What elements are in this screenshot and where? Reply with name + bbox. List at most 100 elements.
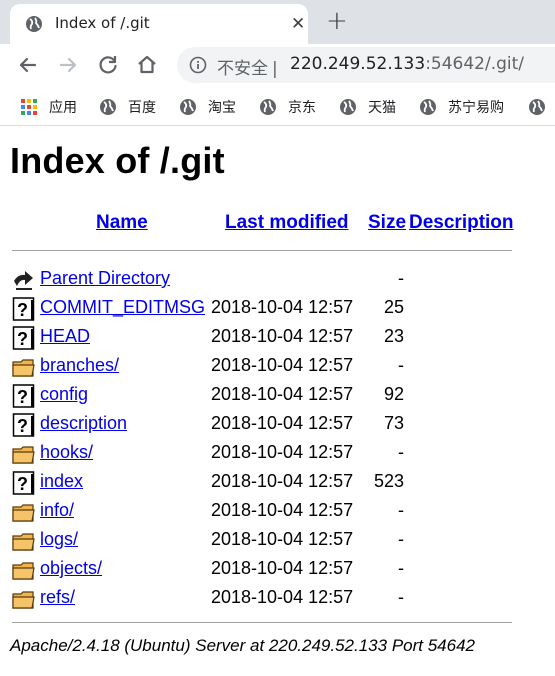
unknown-file-icon: ?: [12, 384, 35, 408]
svg-text:?: ?: [17, 329, 28, 349]
sort-by-last-modified-link[interactable]: Last modified: [225, 212, 349, 234]
tab-strip: Index of /.git ✕ +: [0, 0, 555, 44]
bookmark-baidu[interactable]: 百度: [99, 97, 156, 117]
url-port: :54642: [425, 54, 485, 74]
table-row: ? index 2018-10-04 12:57 523: [0, 471, 555, 500]
size-cell: -: [398, 558, 404, 578]
sort-by-name-link[interactable]: Name: [96, 212, 148, 234]
table-row: ? COMMIT_EDITMSG 2018-10-04 12:57 25: [0, 297, 555, 326]
bookmark-label: 苏宁易购: [448, 100, 504, 116]
last-modified-cell: 2018-10-04 12:57: [211, 558, 354, 578]
last-modified-cell: 2018-10-04 12:57: [211, 413, 354, 433]
folder-icon: [12, 562, 35, 580]
bookmark-label: 应用: [49, 100, 77, 116]
table-row: objects/2018-10-04 12:57 -: [0, 558, 555, 587]
file-link[interactable]: branches/: [40, 355, 119, 376]
globe-icon: [100, 99, 116, 115]
table-row: branches/2018-10-04 12:57 -: [0, 355, 555, 384]
last-modified-cell: 2018-10-04 12:57: [211, 384, 354, 404]
table-row: Parent Directory -: [0, 268, 555, 297]
header-divider: [12, 250, 512, 251]
last-modified-cell: 2018-10-04 12:57: [211, 442, 354, 462]
table-row: logs/2018-10-04 12:57 -: [0, 529, 555, 558]
unknown-file-icon: ?: [12, 471, 35, 495]
table-row: ? description 2018-10-04 12:57 73: [0, 413, 555, 442]
bookmark-jd[interactable]: 京东: [259, 97, 316, 117]
file-link[interactable]: description: [40, 413, 127, 434]
address-bar[interactable]: 不安全 | 220.249.52.133:54642/.git/: [177, 47, 555, 83]
sort-by-description-link[interactable]: Description: [409, 212, 514, 234]
folder-icon: [12, 359, 35, 377]
unknown-file-icon: ?: [12, 297, 35, 321]
apps-grid-icon: [21, 99, 37, 115]
bookmark-suning[interactable]: 苏宁易购: [419, 97, 504, 117]
last-modified-cell: 2018-10-04 12:57: [211, 587, 354, 607]
bookmark-tmall[interactable]: 天猫: [339, 97, 396, 117]
url-text[interactable]: 220.249.52.133:54642/.git/: [290, 54, 524, 74]
bookmark-taobao[interactable]: 淘宝: [179, 97, 236, 117]
omnibox-separator: |: [272, 59, 278, 79]
directory-listing-page: Index of /.git Name Last modified Size D…: [0, 126, 555, 676]
file-link[interactable]: objects/: [40, 558, 102, 579]
last-modified-cell: 2018-10-04 12:57: [211, 326, 354, 346]
globe-icon: [420, 99, 436, 115]
size-cell: -: [398, 500, 404, 520]
server-signature: Apache/2.4.18 (Ubuntu) Server at 220.249…: [10, 636, 475, 655]
close-tab-icon[interactable]: ✕: [291, 14, 305, 34]
reload-icon[interactable]: [95, 52, 121, 78]
file-link[interactable]: hooks/: [40, 442, 93, 463]
unknown-file-icon: ?: [12, 326, 35, 350]
globe-icon: [180, 99, 196, 115]
svg-text:?: ?: [17, 300, 28, 320]
bookmark-overflow[interactable]: [528, 97, 555, 117]
file-link[interactable]: refs/: [40, 587, 75, 608]
unknown-file-icon: ?: [12, 413, 35, 437]
tab-title: Index of /.git: [55, 14, 150, 32]
back-arrow-icon[interactable]: [15, 52, 41, 78]
bookmark-label: 淘宝: [208, 100, 236, 116]
forward-arrow-icon[interactable]: [55, 52, 81, 78]
size-cell: -: [398, 355, 404, 375]
size-cell: -: [398, 268, 404, 288]
size-cell: 523: [373, 471, 404, 491]
browser-toolbar: 不安全 | 220.249.52.133:54642/.git/: [0, 44, 555, 86]
file-link[interactable]: COMMIT_EDITMSG: [40, 297, 205, 318]
globe-icon: [26, 16, 42, 32]
file-link[interactable]: config: [40, 384, 88, 405]
globe-icon: [260, 99, 276, 115]
page-title: Index of /.git: [10, 140, 225, 181]
size-cell: -: [398, 442, 404, 462]
folder-icon: [12, 504, 35, 522]
table-row: refs/2018-10-04 12:57 -: [0, 587, 555, 616]
back-arrow-icon: [14, 271, 33, 290]
home-icon[interactable]: [134, 52, 160, 78]
file-link[interactable]: index: [40, 471, 83, 492]
security-label: 不安全 |: [217, 59, 278, 79]
folder-icon: [12, 591, 35, 609]
new-tab-button[interactable]: +: [326, 7, 348, 35]
folder-icon: [12, 533, 35, 551]
file-link[interactable]: info/: [40, 500, 74, 521]
file-link[interactable]: logs/: [40, 529, 78, 550]
footer-divider: [12, 622, 512, 623]
bookmark-label: 京东: [288, 100, 316, 116]
table-row: ? config 2018-10-04 12:57 92: [0, 384, 555, 413]
file-link[interactable]: Parent Directory: [40, 268, 170, 289]
size-cell: 23: [383, 326, 404, 346]
last-modified-cell: 2018-10-04 12:57: [211, 355, 354, 375]
folder-icon: [12, 446, 35, 464]
svg-text:?: ?: [17, 416, 28, 436]
active-tab[interactable]: Index of /.git ✕: [10, 4, 308, 44]
file-link[interactable]: HEAD: [40, 326, 90, 347]
bookmark-apps[interactable]: 应用: [20, 97, 77, 117]
last-modified-cell: 2018-10-04 12:57: [211, 529, 354, 549]
last-modified-cell: 2018-10-04 12:57: [211, 500, 354, 520]
svg-text:?: ?: [17, 387, 28, 407]
size-cell: -: [398, 529, 404, 549]
size-cell: 25: [383, 297, 404, 317]
svg-text:?: ?: [17, 474, 28, 494]
info-icon[interactable]: [189, 56, 207, 74]
url-host: 220.249.52.133: [290, 54, 426, 74]
sort-by-size-link[interactable]: Size: [368, 212, 406, 234]
bookmark-label: 百度: [128, 100, 156, 116]
